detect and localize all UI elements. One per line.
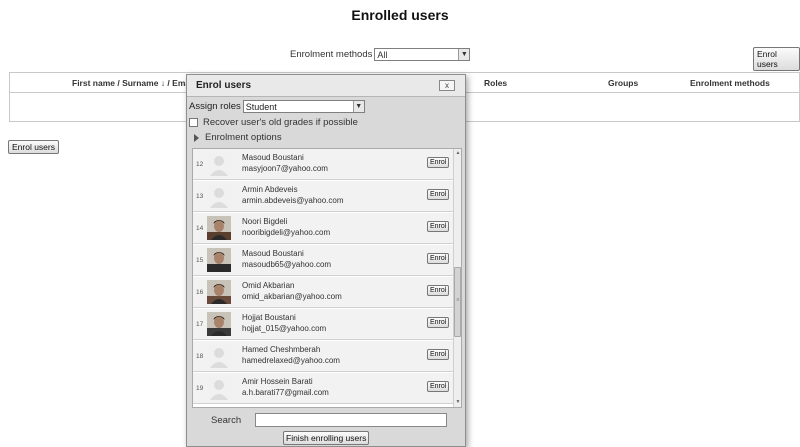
user-row: 16 Omid Akbarian omid_akbarian@yahoo.com En… — [193, 277, 455, 308]
user-email: nooribigdeli@yahoo.com — [242, 228, 331, 237]
search-row: Search — [211, 413, 448, 427]
user-name: Omid Akbarian — [242, 281, 295, 290]
user-email: a.h.barati77@gmail.com — [242, 388, 329, 397]
user-email: hojjat_015@yahoo.com — [242, 324, 327, 333]
recover-grades-label: Recover user's old grades if possible — [203, 117, 358, 128]
enrol-users-button-bottom[interactable]: Enrol users — [8, 140, 59, 154]
enrol-user-button[interactable]: Enrol — [427, 189, 450, 200]
chevron-down-icon: ▼ — [352, 101, 364, 112]
user-email: armin.abdeveis@yahoo.com — [242, 196, 344, 205]
scrollbar-thumb[interactable]: ≡ — [454, 267, 461, 337]
enrol-users-button-top[interactable]: Enrol users — [753, 47, 800, 71]
enrol-user-button[interactable]: Enrol — [427, 253, 450, 264]
user-row: 13 Armin Abdeveis armin.abdeveis@yahoo.com… — [193, 181, 455, 212]
recover-grades-checkbox[interactable] — [189, 118, 198, 127]
column-header-enrolment-methods: Enrolment methods — [690, 78, 770, 88]
enrolment-methods-label: Enrolment methods — [290, 49, 373, 60]
page-title: Enrolled users — [351, 7, 449, 23]
column-header-name[interactable]: First name / Surname ↓ / Ema — [72, 78, 190, 88]
search-input[interactable] — [255, 413, 448, 427]
finish-enrolling-button[interactable]: Finish enrolling users — [283, 431, 370, 445]
user-photo — [207, 216, 231, 240]
user-name: Masoud Boustani — [242, 153, 304, 162]
user-photo — [207, 312, 231, 336]
scroll-down-icon[interactable]: ▼ — [454, 398, 461, 407]
user-photo — [207, 248, 231, 272]
column-header-roles: Roles — [484, 78, 508, 88]
expand-triangle-icon — [194, 133, 199, 142]
enrolment-methods-value: All — [377, 49, 388, 60]
enrolment-options-label: Enrolment options — [205, 132, 282, 143]
scroll-up-icon[interactable]: ▲ — [454, 149, 461, 158]
user-name: Hamed Cheshmberah — [242, 345, 321, 354]
chevron-down-icon: ▼ — [458, 49, 470, 60]
user-row: 15 Masoud Boustani masoudb65@yahoo.com Enro… — [193, 245, 455, 276]
user-row: 18 Hamed Cheshmberah hamedrelaxed@yahoo.co… — [193, 341, 455, 372]
enrol-users-dialog: Enrol users x Assign roles Student ▼ Rec… — [186, 74, 466, 447]
user-name: Masoud Boustani — [242, 249, 304, 258]
assign-roles-row: Assign roles Student ▼ — [189, 100, 365, 113]
enrol-user-button[interactable]: Enrol — [427, 381, 450, 392]
user-email: hamedrelaxed@yahoo.com — [242, 356, 340, 365]
user-row: 14 Noori Bigdeli nooribigdeli@yahoo.com Enr… — [193, 213, 455, 244]
user-email: omid_akbarian@yahoo.com — [242, 292, 342, 301]
default-avatar-icon — [207, 376, 231, 400]
user-row: 12 Masoud Boustani masyjoon7@yahoo.com Enro… — [193, 149, 455, 180]
enrolment-methods-filter: Enrolment methods All ▼ — [290, 48, 471, 61]
column-header-groups: Groups — [608, 78, 639, 88]
user-name: Noori Bigdeli — [242, 217, 288, 226]
close-icon[interactable]: x — [439, 80, 455, 91]
enrolment-methods-select[interactable]: All ▼ — [374, 48, 471, 61]
enrol-user-button[interactable]: Enrol — [427, 221, 450, 232]
user-name: Hojjat Boustani — [242, 313, 296, 322]
user-row: 19 Amir Hossein Barati a.h.barati77@gmail.… — [193, 373, 455, 404]
user-name: Armin Abdeveis — [242, 185, 298, 194]
user-list: 12 Masoud Boustani masyjoon7@yahoo.com Enro… — [192, 148, 462, 408]
recover-grades-row: Recover user's old grades if possible — [189, 117, 358, 128]
user-list-scrollbar[interactable]: ▲ ≡ ▼ — [453, 149, 461, 407]
user-email: masoudb65@yahoo.com — [242, 260, 332, 269]
user-photo — [207, 280, 231, 304]
user-email: masyjoon7@yahoo.com — [242, 164, 328, 173]
role-select[interactable]: Student ▼ — [242, 100, 365, 113]
assign-roles-label: Assign roles — [189, 101, 241, 112]
enrol-user-button[interactable]: Enrol — [427, 317, 450, 328]
enrol-user-button[interactable]: Enrol — [427, 349, 450, 360]
user-name: Amir Hossein Barati — [242, 377, 313, 386]
enrolment-options-toggle[interactable]: Enrolment options — [194, 132, 282, 143]
dialog-title: Enrol users — [196, 80, 252, 91]
default-avatar-icon — [207, 184, 231, 208]
default-avatar-icon — [207, 152, 231, 176]
user-row: 17 Hojjat Boustani hojjat_015@yahoo.com Enr… — [193, 309, 455, 340]
default-avatar-icon — [207, 344, 231, 368]
grip-icon: ≡ — [456, 297, 460, 303]
enrol-user-button[interactable]: Enrol — [427, 157, 450, 168]
enrol-user-button[interactable]: Enrol — [427, 285, 450, 296]
search-label: Search — [211, 414, 242, 426]
role-select-value: Student — [245, 101, 277, 112]
column-header-name-label: First name / Surname — [72, 78, 161, 88]
dialog-header: Enrol users x — [187, 75, 465, 97]
